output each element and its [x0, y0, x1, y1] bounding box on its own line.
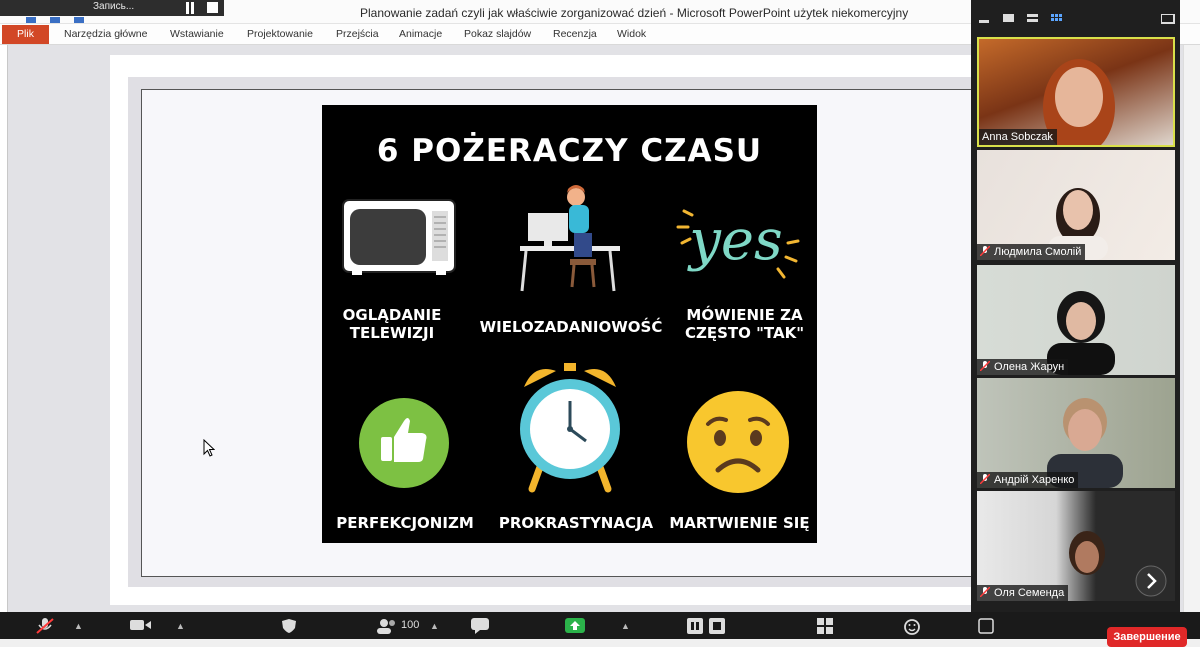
participants-icon[interactable] — [376, 618, 398, 634]
participant-video-tile[interactable]: Людмила Смолій — [977, 150, 1175, 260]
participant-name: Людмила Смолій — [977, 244, 1086, 260]
label-line: PROKRASTYNACJA — [498, 514, 654, 532]
tab-home[interactable]: Narzędzia główne — [64, 28, 147, 40]
reactions-icon[interactable] — [904, 618, 922, 636]
participant-name: Андрій Харенко — [977, 472, 1079, 488]
pause-recording-icon[interactable] — [687, 618, 703, 634]
person-at-desk-icon — [520, 185, 620, 292]
muted-microphone-icon[interactable] — [36, 618, 54, 634]
more-options-icon[interactable] — [978, 618, 994, 634]
participant-video-tile[interactable]: Андрій Харенко — [977, 378, 1175, 488]
window-title: Planowanie zadań czyli jak właściwie zor… — [360, 6, 909, 20]
tab-insert[interactable]: Wstawianie — [170, 28, 224, 40]
tab-review[interactable]: Recenzja — [553, 28, 597, 40]
yes-lettering-icon: yes — [676, 208, 800, 279]
tab-slideshow[interactable]: Pokaz slajdów — [464, 28, 531, 40]
tab-file[interactable]: Plik — [2, 25, 49, 44]
participant-name: Оля Семенда — [977, 585, 1069, 601]
participant-video-tile[interactable]: Anna Sobczak — [977, 37, 1175, 147]
muted-mic-icon — [980, 474, 990, 484]
label-watching-tv: OGLĄDANIE TELEWIZJI — [322, 306, 462, 342]
label-saying-yes: MÓWIENIE ZA CZĘSTO "TAK" — [672, 306, 817, 342]
label-worrying: MARTWIENIE SIĘ — [662, 514, 817, 532]
participant-name: Anna Sobczak — [979, 129, 1057, 145]
label-line: CZĘSTO "TAK" — [684, 324, 805, 342]
participant-name: Олена Жарун — [977, 359, 1069, 375]
tab-transitions[interactable]: Przejścia — [336, 28, 379, 40]
exit-full-view-icon[interactable] — [1161, 14, 1175, 24]
participant-name-text: Оля Семенда — [994, 587, 1065, 599]
label-line: WIELOZADANIOWOŚĆ — [479, 318, 663, 336]
recording-label: Запись... — [93, 1, 135, 12]
worried-face-icon — [687, 391, 789, 493]
chat-icon[interactable] — [471, 618, 489, 634]
thumbs-up-icon — [359, 398, 449, 488]
breakout-rooms-icon[interactable] — [817, 618, 833, 634]
strip-view-icon[interactable] — [1027, 14, 1039, 24]
participant-video-tile[interactable]: Оля Семенда — [977, 491, 1175, 601]
participant-count: 100 — [401, 619, 420, 631]
share-options-caret-icon[interactable]: ▲ — [621, 621, 630, 631]
video-camera-icon[interactable] — [130, 618, 152, 632]
tab-animations[interactable]: Animacje — [399, 28, 442, 40]
label-perfectionism: PERFEKCJONIZM — [322, 514, 488, 532]
stop-recording-icon[interactable] — [709, 618, 725, 634]
television-icon — [342, 199, 456, 275]
end-meeting-button[interactable]: Завершение — [1107, 627, 1187, 647]
participant-name-text: Людмила Смолій — [994, 246, 1082, 258]
label-line: TELEWIZJI — [349, 324, 435, 342]
meeting-toolbar: ▲ ▲ 100 ▲ ▲ Завершение — [0, 612, 1200, 647]
next-page-button[interactable] — [1135, 565, 1167, 597]
label-procrastination: PROKRASTYNACJA — [488, 514, 664, 532]
save-icon[interactable] — [26, 17, 36, 23]
alarm-clock-icon — [520, 363, 620, 493]
pause-recording-button[interactable] — [185, 2, 197, 14]
label-multitasking: WIELOZADANIOWOŚĆ — [462, 318, 680, 336]
muted-mic-icon — [980, 587, 990, 597]
minimize-icon[interactable] — [979, 14, 991, 24]
undo-icon[interactable] — [50, 17, 60, 23]
label-line: MARTWIENIE SIĘ — [669, 514, 810, 532]
gallery-view-icon[interactable] — [1051, 14, 1063, 24]
tab-view[interactable]: Widok — [617, 28, 646, 40]
mouse-cursor-icon — [203, 439, 215, 457]
slide-thumbnail-pane[interactable] — [0, 45, 8, 613]
participant-name-text: Anna Sobczak — [982, 131, 1053, 143]
tab-design[interactable]: Projektowanie — [247, 28, 313, 40]
muted-mic-icon — [980, 246, 990, 256]
muted-mic-icon — [980, 361, 990, 371]
audio-options-caret-icon[interactable]: ▲ — [74, 621, 83, 631]
participant-name-text: Олена Жарун — [994, 361, 1065, 373]
label-line: OGLĄDANIE — [342, 306, 442, 324]
recording-bar: Запись... — [0, 0, 224, 16]
participant-video-tile[interactable]: Олена Жарун — [977, 265, 1175, 375]
yes-text: yes — [686, 208, 783, 273]
participants-caret-icon[interactable]: ▲ — [430, 621, 439, 631]
vertical-scrollbar[interactable] — [1183, 45, 1200, 613]
poster-title: 6 POŻERACZY CZASU — [376, 133, 763, 169]
label-line: MÓWIENIE ZA — [686, 306, 803, 324]
video-options-caret-icon[interactable]: ▲ — [176, 621, 185, 631]
active-speaker-view-icon[interactable] — [1003, 14, 1015, 24]
label-line: PERFEKCJONIZM — [336, 514, 474, 532]
stop-recording-button[interactable] — [207, 2, 218, 13]
participant-name-text: Андрій Харенко — [994, 474, 1075, 486]
time-eaters-image[interactable]: 6 POŻERACZY CZASU yes OGLĄDANIE TELEWIZJ… — [322, 105, 817, 543]
redo-icon[interactable] — [74, 17, 84, 23]
security-shield-icon[interactable] — [281, 618, 297, 634]
share-screen-icon[interactable] — [565, 618, 585, 633]
